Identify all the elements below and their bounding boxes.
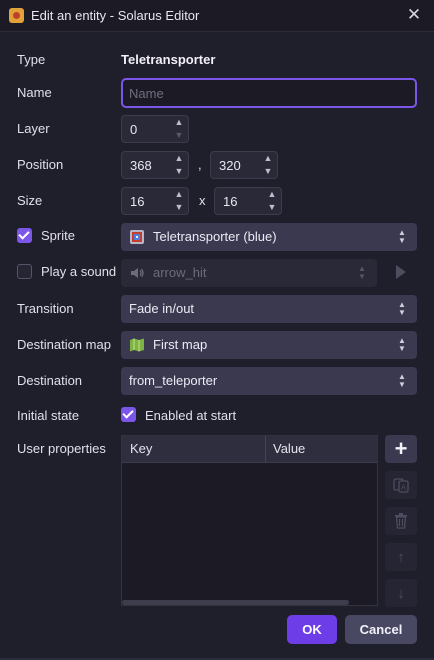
destination-map-combo[interactable]: First map ▲ ▼ — [121, 331, 417, 359]
ok-button[interactable]: OK — [287, 615, 337, 644]
name-input[interactable] — [121, 78, 417, 108]
chevron-down-icon: ▼ — [398, 308, 406, 317]
add-property-button[interactable]: + — [385, 435, 417, 463]
size-w-down-icon[interactable]: ▼ — [170, 201, 188, 214]
size-separator: x — [199, 193, 206, 208]
table-header: Key Value — [122, 436, 377, 463]
transition-combo[interactable]: Fade in/out ▲ ▼ — [121, 295, 417, 323]
plus-icon: + — [394, 436, 408, 461]
position-label: Position — [17, 157, 64, 172]
solarus-app-icon — [9, 8, 24, 23]
sprite-combo[interactable]: Teletransporter (blue) ▲ ▼ — [121, 223, 417, 251]
move-down-button[interactable]: ↓ — [385, 579, 417, 607]
size-w-value: 16 — [130, 194, 145, 209]
horizontal-scrollbar[interactable] — [122, 600, 349, 605]
position-x-up-icon[interactable]: ▲ — [170, 152, 188, 165]
layer-label: Layer — [17, 121, 50, 136]
delete-property-button[interactable] — [385, 507, 417, 535]
destination-label: Destination — [17, 373, 83, 388]
size-label: Size — [17, 193, 43, 208]
layer-up-icon[interactable]: ▲ — [170, 116, 188, 129]
position-separator: , — [198, 157, 202, 172]
sprite-checkbox[interactable] — [17, 228, 32, 243]
destination-chevron-updown-icon: ▲ ▼ — [397, 373, 407, 389]
size-h-value: 16 — [223, 194, 238, 209]
chevron-down-icon: ▼ — [358, 272, 366, 281]
size-h-up-icon[interactable]: ▲ — [263, 188, 281, 201]
play-sound-icon[interactable] — [396, 265, 406, 279]
window-title: Edit an entity - Solarus Editor — [31, 8, 200, 23]
position-x-spinbox[interactable]: 368 ▲ ▼ — [121, 151, 189, 179]
layer-value: 0 — [130, 122, 138, 137]
destination-map-chevron-updown-icon: ▲ ▼ — [397, 337, 407, 353]
position-x-value: 368 — [130, 158, 152, 173]
enabled-at-start-checkbox[interactable] — [121, 407, 136, 422]
teletransporter-sprite-icon — [130, 230, 144, 244]
type-value: Teletransporter — [121, 52, 216, 67]
position-y-down-icon[interactable]: ▼ — [259, 165, 277, 178]
initial-state-label: Initial state — [17, 408, 80, 423]
destination-map-label: Destination map — [17, 337, 111, 352]
user-properties-table[interactable]: Key Value — [121, 435, 378, 606]
destination-combo[interactable]: from_teleporter ▲ ▼ — [121, 367, 417, 395]
user-properties-label: User properties — [17, 441, 106, 456]
arrow-up-icon: ↑ — [397, 548, 405, 566]
position-x-down-icon[interactable]: ▼ — [170, 165, 188, 178]
chevron-down-icon: ▼ — [398, 380, 406, 389]
enabled-at-start-label: Enabled at start — [145, 408, 237, 423]
transition-chevron-updown-icon: ▲ ▼ — [397, 301, 407, 317]
size-h-spinbox[interactable]: 16 ▲ ▼ — [214, 187, 282, 215]
move-up-button[interactable]: ↑ — [385, 543, 417, 571]
size-h-down-icon[interactable]: ▼ — [263, 201, 281, 214]
column-value[interactable]: Value — [273, 436, 305, 462]
column-divider — [265, 436, 266, 462]
destination-value: from_teleporter — [129, 373, 218, 388]
sprite-label: Sprite — [41, 228, 75, 243]
transition-value: Fade in/out — [129, 301, 195, 316]
arrow-down-icon: ↓ — [397, 584, 405, 602]
svg-text:A: A — [401, 484, 406, 492]
chevron-down-icon: ▼ — [398, 236, 406, 245]
speaker-icon — [131, 268, 144, 278]
rename-key-icon: A — [393, 478, 409, 493]
name-label: Name — [17, 85, 52, 100]
change-key-button[interactable]: A — [385, 471, 417, 499]
play-sound-label: Play a sound — [41, 264, 117, 279]
transition-label: Transition — [17, 301, 74, 316]
sound-value: arrow_hit — [153, 265, 207, 280]
size-w-spinbox[interactable]: 16 ▲ ▼ — [121, 187, 189, 215]
sound-combo[interactable]: arrow_hit ▲ ▼ — [121, 259, 377, 287]
type-label: Type — [17, 52, 46, 67]
layer-spinbox[interactable]: 0 ▲ ▼ — [121, 115, 189, 143]
map-icon — [130, 338, 144, 352]
sprite-value: Teletransporter (blue) — [153, 229, 277, 244]
title-bar: Edit an entity - Solarus Editor ✕ — [0, 0, 434, 32]
layer-down-icon[interactable]: ▼ — [170, 129, 188, 142]
destination-map-value: First map — [153, 337, 208, 352]
position-y-up-icon[interactable]: ▲ — [259, 152, 277, 165]
size-w-up-icon[interactable]: ▲ — [170, 188, 188, 201]
column-key[interactable]: Key — [130, 436, 152, 462]
trash-icon — [395, 513, 407, 529]
position-y-value: 320 — [219, 158, 241, 173]
position-y-spinbox[interactable]: 320 ▲ ▼ — [210, 151, 278, 179]
cancel-button[interactable]: Cancel — [345, 615, 417, 644]
chevron-down-icon: ▼ — [398, 344, 406, 353]
play-sound-checkbox[interactable] — [17, 264, 32, 279]
close-icon[interactable]: ✕ — [404, 5, 424, 25]
sound-chevron-updown-icon: ▲ ▼ — [357, 265, 367, 281]
sprite-chevron-updown-icon: ▲ ▼ — [397, 229, 407, 245]
